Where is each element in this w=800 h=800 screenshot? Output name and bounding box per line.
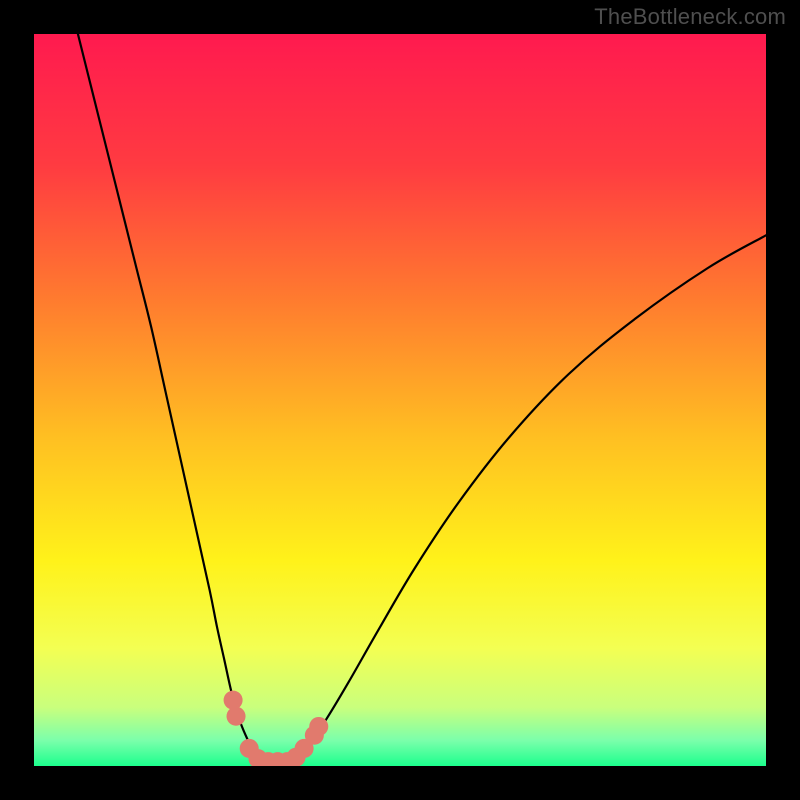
watermark-text: TheBottleneck.com bbox=[594, 4, 786, 30]
chart-background bbox=[34, 34, 766, 766]
highlight-dot bbox=[309, 717, 328, 736]
chart-svg bbox=[34, 34, 766, 766]
plot-area bbox=[34, 34, 766, 766]
chart-frame: TheBottleneck.com bbox=[0, 0, 800, 800]
highlight-dot bbox=[224, 691, 243, 710]
highlight-dot bbox=[227, 707, 246, 726]
